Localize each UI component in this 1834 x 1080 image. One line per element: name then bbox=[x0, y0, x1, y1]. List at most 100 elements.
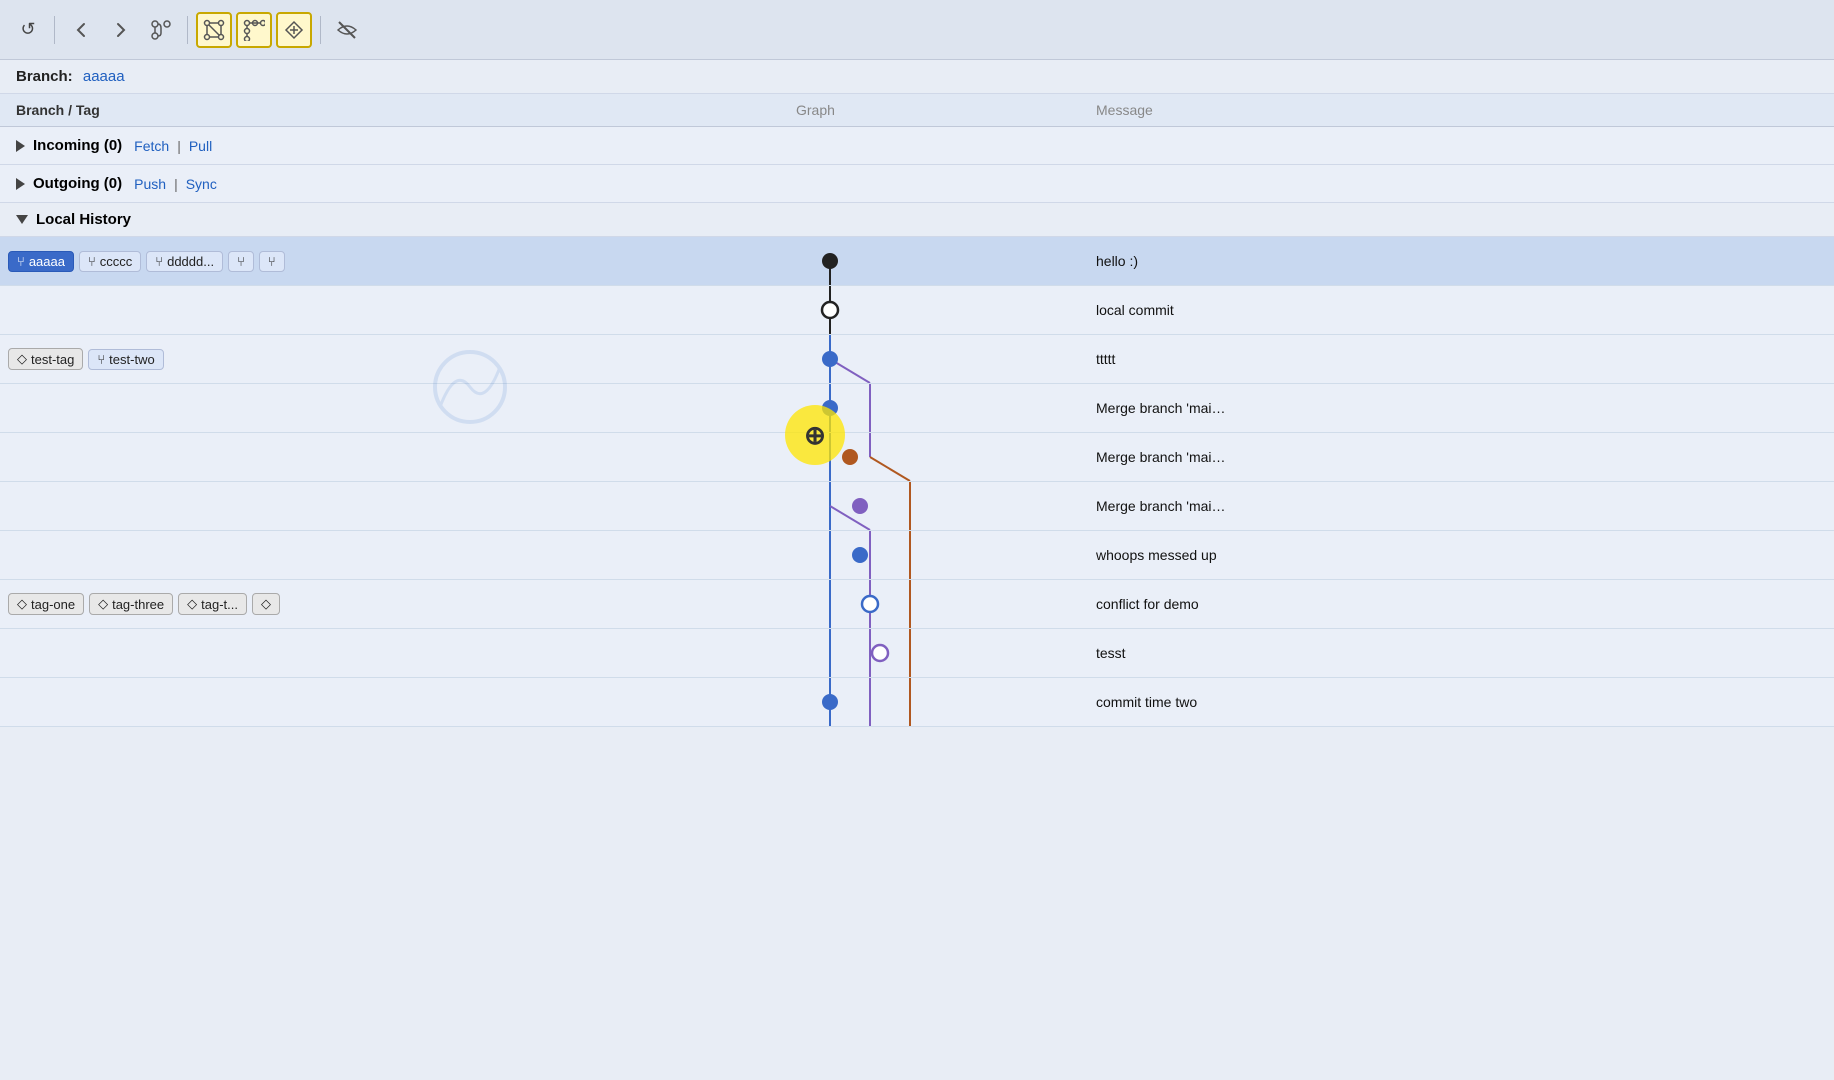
incoming-expand-icon[interactable] bbox=[16, 140, 25, 152]
graph-svg-5 bbox=[790, 482, 1070, 530]
msg-cell-9: commit time two bbox=[1080, 678, 1834, 726]
graph-svg-1 bbox=[790, 286, 1070, 334]
branch-badge-test-two[interactable]: ⑂ test-two bbox=[88, 349, 163, 370]
msg-cell-6: whoops messed up bbox=[1080, 531, 1834, 579]
branch-tags-cell-6 bbox=[0, 531, 780, 579]
commit-message-6: whoops messed up bbox=[1096, 547, 1217, 563]
table-header: Branch / Tag Graph Message bbox=[0, 94, 1834, 127]
branch-badge-extra1[interactable]: ⑂ bbox=[228, 251, 254, 272]
branch-label-aaaaa: aaaaa bbox=[29, 254, 65, 269]
commit-message-1: local commit bbox=[1096, 302, 1174, 318]
commit-row-8[interactable]: tesst bbox=[0, 629, 1834, 678]
tag-icon-tag-three: ◇ bbox=[98, 596, 108, 612]
commit-row-3[interactable]: Merge branch 'mai… bbox=[0, 384, 1834, 433]
graph-cell-9 bbox=[780, 678, 1080, 726]
branch-icon: ⑂ bbox=[17, 254, 25, 269]
tag-badge-tag-three[interactable]: ◇ tag-three bbox=[89, 593, 173, 615]
sync-button[interactable]: Sync bbox=[186, 176, 217, 192]
branch-row: Branch: aaaaa bbox=[0, 60, 1834, 94]
branch-label-ddddd: ddddd... bbox=[167, 254, 214, 269]
outgoing-expand-icon[interactable] bbox=[16, 178, 25, 190]
branches-button[interactable] bbox=[143, 12, 179, 48]
toolbar: ↺ bbox=[0, 0, 1834, 60]
commit-row-5[interactable]: Merge branch 'mai… bbox=[0, 482, 1834, 531]
branch-prefix-label: Branch: bbox=[16, 68, 73, 85]
list-view-button[interactable] bbox=[236, 12, 272, 48]
branch-name-label: aaaaa bbox=[83, 68, 125, 85]
msg-cell-0: hello :) bbox=[1080, 237, 1834, 285]
incoming-title: Incoming (0) bbox=[33, 137, 122, 154]
commit-row-4[interactable]: Merge branch 'mai… bbox=[0, 433, 1834, 482]
col-header-message: Message bbox=[1080, 102, 1834, 118]
tag-icon-extra: ◇ bbox=[261, 596, 271, 612]
local-history-title: Local History bbox=[36, 211, 131, 228]
msg-cell-1: local commit bbox=[1080, 286, 1834, 334]
push-button[interactable]: Push bbox=[134, 176, 166, 192]
graph-svg-4 bbox=[790, 433, 1070, 481]
col-header-branch-tag: Branch / Tag bbox=[0, 102, 780, 118]
branch-tags-cell-1 bbox=[0, 286, 780, 334]
msg-cell-8: tesst bbox=[1080, 629, 1834, 677]
branch-badge-ddddd[interactable]: ⑂ ddddd... bbox=[146, 251, 223, 272]
branch-tags-cell-2: ◇ test-tag ⑂ test-two bbox=[0, 335, 780, 383]
commit-message-4: Merge branch 'mai… bbox=[1096, 449, 1226, 465]
tag-badge-test-tag[interactable]: ◇ test-tag bbox=[8, 348, 83, 370]
msg-cell-4: Merge branch 'mai… bbox=[1080, 433, 1834, 481]
branch-icon-3: ⑂ bbox=[155, 254, 163, 269]
graph-svg-2 bbox=[790, 335, 1070, 383]
tag-label-tag-one: tag-one bbox=[31, 597, 75, 612]
graph-cell-8 bbox=[780, 629, 1080, 677]
branch-badge-ccccc[interactable]: ⑂ ccccc bbox=[79, 251, 141, 272]
back-button[interactable] bbox=[63, 12, 99, 48]
tag-label-tag-t: tag-t... bbox=[201, 597, 238, 612]
branch-tags-cell-9 bbox=[0, 678, 780, 726]
branch-badge-aaaaa[interactable]: ⑂ aaaaa bbox=[8, 251, 74, 272]
tag-badge-tag-t[interactable]: ◇ tag-t... bbox=[178, 593, 247, 615]
commit-message-7: conflict for demo bbox=[1096, 596, 1199, 612]
branch-badge-extra2[interactable]: ⑂ bbox=[259, 251, 285, 272]
graph-svg-7 bbox=[790, 580, 1070, 628]
refresh-button[interactable]: ↺ bbox=[10, 12, 46, 48]
fetch-button[interactable]: Fetch bbox=[134, 138, 169, 154]
commit-row-9[interactable]: commit time two bbox=[0, 678, 1834, 727]
graph-cell-0 bbox=[780, 237, 1080, 285]
commit-row-0[interactable]: ⑂ aaaaa ⑂ ccccc ⑂ ddddd... ⑂ bbox=[0, 237, 1834, 286]
outgoing-sep: | bbox=[174, 176, 178, 192]
commit-message-3: Merge branch 'mai… bbox=[1096, 400, 1226, 416]
branch-tags-cell-4 bbox=[0, 433, 780, 481]
commit-row-2[interactable]: ◇ test-tag ⑂ test-two tt bbox=[0, 335, 1834, 384]
commit-row-1[interactable]: local commit bbox=[0, 286, 1834, 335]
tag-icon-tag-one: ◇ bbox=[17, 596, 27, 612]
graph-view-button[interactable] bbox=[196, 12, 232, 48]
branch-icon-test-two: ⑂ bbox=[97, 352, 105, 367]
graph-cell-6 bbox=[780, 531, 1080, 579]
commit-row-7[interactable]: ◇ tag-one ◇ tag-three ◇ tag-t... ◇ bbox=[0, 580, 1834, 629]
local-history-collapse-icon[interactable] bbox=[16, 215, 28, 224]
main-container: ↺ bbox=[0, 0, 1834, 1080]
branch-tags-cell-0: ⑂ aaaaa ⑂ ccccc ⑂ ddddd... ⑂ bbox=[0, 237, 780, 285]
commit-row-6[interactable]: whoops messed up bbox=[0, 531, 1834, 580]
graph-cell-3 bbox=[780, 384, 1080, 432]
graph-cell-2 bbox=[780, 335, 1080, 383]
graph-svg-9 bbox=[790, 678, 1070, 726]
branch-label-ccccc: ccccc bbox=[100, 254, 133, 269]
toolbar-separator-1 bbox=[54, 16, 55, 44]
pull-button[interactable]: Pull bbox=[189, 138, 212, 154]
tag-badge-tag-one[interactable]: ◇ tag-one bbox=[8, 593, 84, 615]
commit-message-0: hello :) bbox=[1096, 253, 1138, 269]
graph-svg-3 bbox=[790, 384, 1070, 432]
forward-button[interactable] bbox=[103, 12, 139, 48]
graph-cell-7 bbox=[780, 580, 1080, 628]
msg-cell-5: Merge branch 'mai… bbox=[1080, 482, 1834, 530]
tag-label-tag-three: tag-three bbox=[112, 597, 164, 612]
graph-svg-0 bbox=[790, 237, 1070, 285]
msg-cell-2: ttttt bbox=[1080, 335, 1834, 383]
hidden-button[interactable] bbox=[329, 12, 365, 48]
graph-cell-4 bbox=[780, 433, 1080, 481]
commit-list: ⑂ aaaaa ⑂ ccccc ⑂ ddddd... ⑂ bbox=[0, 237, 1834, 727]
commit-message-5: Merge branch 'mai… bbox=[1096, 498, 1226, 514]
tag-view-button[interactable] bbox=[276, 12, 312, 48]
msg-cell-3: Merge branch 'mai… bbox=[1080, 384, 1834, 432]
graph-cell-1 bbox=[780, 286, 1080, 334]
tag-badge-extra[interactable]: ◇ bbox=[252, 593, 280, 615]
